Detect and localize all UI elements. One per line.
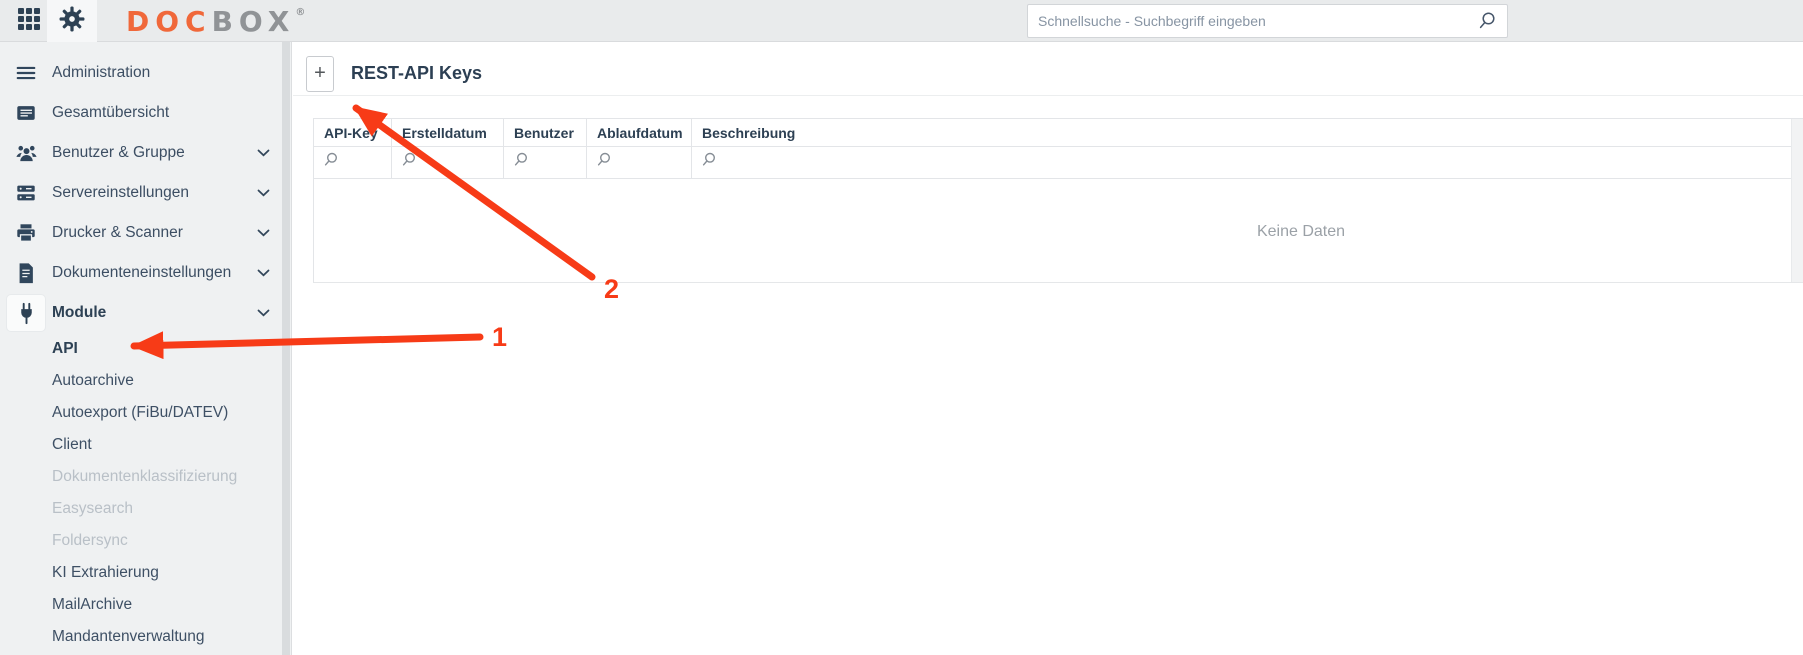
sidebar-item-administration[interactable]: Administration bbox=[0, 53, 291, 93]
sidebar: Administration Gesamtübersicht bbox=[0, 42, 292, 655]
search-icon[interactable] bbox=[1477, 11, 1497, 31]
column-header-ablaufdatum[interactable]: Ablaufdatum bbox=[587, 119, 692, 146]
search-icon bbox=[513, 152, 529, 173]
add-api-key-button[interactable]: + bbox=[306, 56, 334, 92]
sidebar-subitem-client[interactable]: Client bbox=[0, 429, 291, 461]
filter-input-benutzer[interactable] bbox=[504, 147, 587, 178]
subitem-label: KI Extrahierung bbox=[52, 564, 159, 582]
sidebar-item-dokumenteneinstellungen[interactable]: Dokumenteneinstellungen bbox=[0, 253, 291, 293]
logo-part-doc: DOC bbox=[126, 5, 212, 38]
sidebar-item-label: Dokumenteneinstellungen bbox=[52, 264, 231, 282]
sidebar-subitem-mailarchive[interactable]: MailArchive bbox=[0, 589, 291, 621]
column-header-erstelldatum[interactable]: Erstelldatum bbox=[392, 119, 504, 146]
chevron-down-icon bbox=[257, 269, 270, 277]
column-header-benutzer[interactable]: Benutzer bbox=[504, 119, 587, 146]
table-scrollbar[interactable] bbox=[1791, 119, 1803, 282]
subitem-label: Autoexport (FiBu/DATEV) bbox=[52, 404, 228, 422]
filter-input-erstelldatum[interactable] bbox=[392, 147, 504, 178]
subitem-label: Client bbox=[52, 436, 92, 454]
page-title: REST-API Keys bbox=[351, 63, 482, 84]
document-icon bbox=[7, 255, 45, 291]
overview-icon bbox=[7, 95, 45, 131]
chevron-down-icon bbox=[257, 309, 270, 317]
column-header-api-key[interactable]: API-Key bbox=[314, 119, 392, 146]
sidebar-subitem-autoarchive[interactable]: Autoarchive bbox=[0, 365, 291, 397]
sidebar-item-servereinstellungen[interactable]: Servereinstellungen bbox=[0, 173, 291, 213]
logo-part-box: BOX bbox=[212, 5, 296, 38]
quick-search bbox=[1027, 4, 1508, 38]
chevron-down-icon bbox=[257, 149, 270, 157]
page-header: + REST-API Keys bbox=[293, 42, 1803, 96]
sidebar-item-gesamtuebersicht[interactable]: Gesamtübersicht bbox=[0, 93, 291, 133]
sidebar-subitem-api[interactable]: API bbox=[0, 333, 291, 365]
search-icon bbox=[323, 152, 339, 173]
search-icon bbox=[401, 152, 417, 173]
subitem-label: API bbox=[52, 340, 78, 358]
apps-grid-button[interactable] bbox=[10, 0, 48, 42]
subitem-label: Easysearch bbox=[52, 500, 133, 518]
sidebar-subitem-easysearch: Easysearch bbox=[0, 493, 291, 525]
docbox-logo: DOCBOX® bbox=[126, 0, 305, 42]
sidebar-item-label: Module bbox=[52, 304, 106, 322]
menu-icon bbox=[7, 55, 45, 91]
settings-button[interactable] bbox=[47, 0, 97, 42]
registered-mark: ® bbox=[295, 7, 305, 18]
subitem-label: Autoarchive bbox=[52, 372, 134, 390]
subitem-label: Mandantenverwaltung bbox=[52, 628, 205, 646]
sidebar-item-label: Servereinstellungen bbox=[52, 184, 189, 202]
sidebar-item-label: Benutzer & Gruppe bbox=[52, 144, 185, 162]
filter-input-ablaufdatum[interactable] bbox=[587, 147, 692, 178]
table-filter-row bbox=[314, 147, 1791, 179]
sidebar-scrollbar[interactable] bbox=[282, 42, 290, 655]
server-icon bbox=[7, 175, 45, 211]
sidebar-subitem-autoexport[interactable]: Autoexport (FiBu/DATEV) bbox=[0, 397, 291, 429]
column-header-beschreibung[interactable]: Beschreibung bbox=[692, 119, 1791, 146]
subitem-label: MailArchive bbox=[52, 596, 132, 614]
apps-grid-icon bbox=[16, 6, 42, 37]
printer-icon bbox=[7, 215, 45, 251]
subitem-label: Foldersync bbox=[52, 532, 128, 550]
sidebar-item-label: Gesamtübersicht bbox=[52, 104, 169, 122]
api-keys-table: API-Key Erstelldatum Benutzer Ablaufdatu… bbox=[313, 118, 1803, 283]
sidebar-item-benutzer-gruppe[interactable]: Benutzer & Gruppe bbox=[0, 133, 291, 173]
sidebar-item-module[interactable]: Module bbox=[0, 293, 291, 333]
sidebar-item-label: Administration bbox=[52, 64, 150, 82]
content-area: + REST-API Keys API-Key Erstelldatum Ben… bbox=[293, 42, 1803, 655]
table-header-row: API-Key Erstelldatum Benutzer Ablaufdatu… bbox=[314, 119, 1791, 147]
users-icon bbox=[7, 135, 45, 171]
plug-icon bbox=[7, 295, 45, 331]
sidebar-subitem-dokumentenklassifizierung: Dokumentenklassifizierung bbox=[0, 461, 291, 493]
sidebar-subitem-mandantenverwaltung[interactable]: Mandantenverwaltung bbox=[0, 621, 291, 653]
subitem-label: Dokumentenklassifizierung bbox=[52, 468, 237, 486]
empty-table-message: Keine Daten bbox=[1257, 223, 1345, 241]
sidebar-subitem-ki-extrahierung[interactable]: KI Extrahierung bbox=[0, 557, 291, 589]
search-input[interactable] bbox=[1038, 13, 1469, 29]
sidebar-item-label: Drucker & Scanner bbox=[52, 224, 183, 242]
topbar: DOCBOX® bbox=[0, 0, 1803, 42]
filter-input-api-key[interactable] bbox=[314, 147, 392, 178]
gear-icon bbox=[59, 6, 85, 37]
filter-input-beschreibung[interactable] bbox=[692, 147, 1791, 178]
docbox-app: DOCBOX® Administration bbox=[0, 0, 1803, 655]
sidebar-subitem-foldersync: Foldersync bbox=[0, 525, 291, 557]
sidebar-item-drucker-scanner[interactable]: Drucker & Scanner bbox=[0, 213, 291, 253]
search-icon bbox=[701, 152, 717, 173]
chevron-down-icon bbox=[257, 229, 270, 237]
chevron-down-icon bbox=[257, 189, 270, 197]
search-icon bbox=[596, 152, 612, 173]
